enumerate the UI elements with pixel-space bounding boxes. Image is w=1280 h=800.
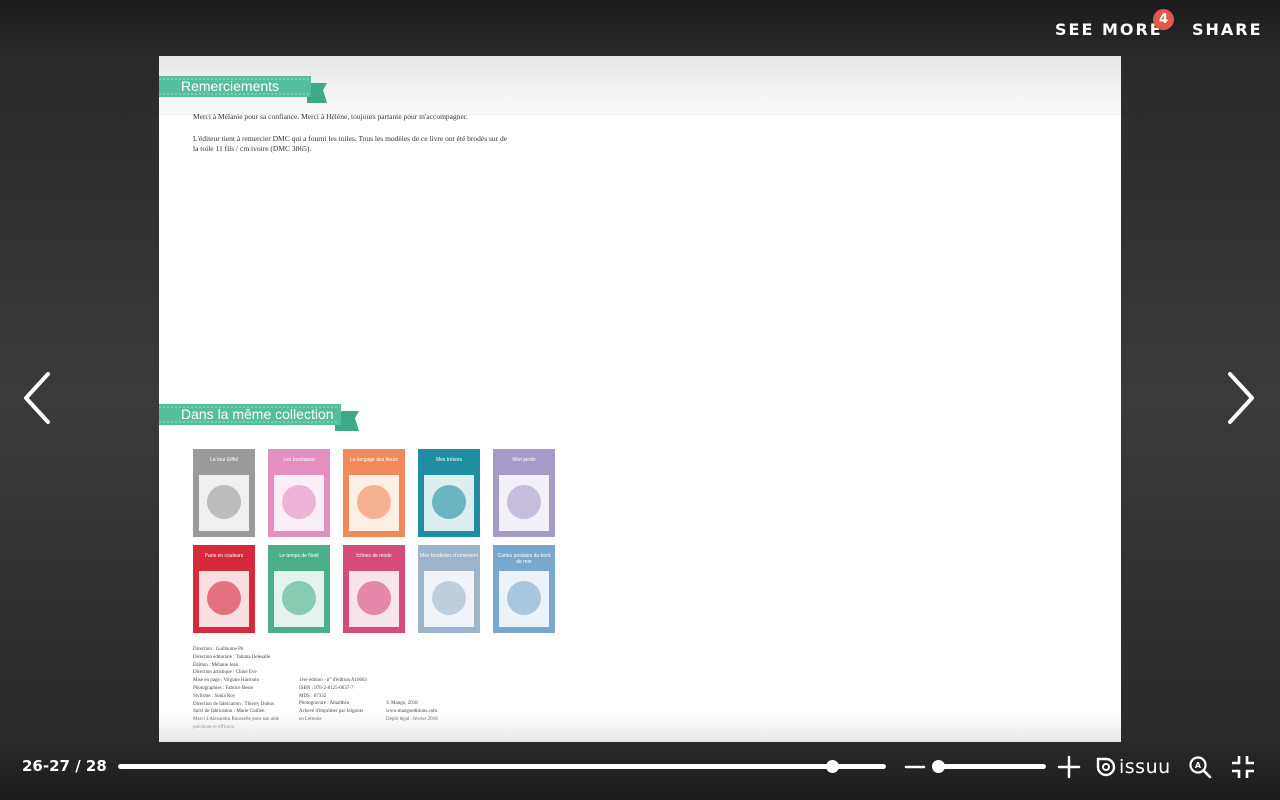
acknowledgement-paragraph-2: L'éditeur tient à remercier DMC qui a fo…	[193, 134, 508, 153]
book-cover: Mon jardin	[493, 449, 555, 537]
book-cover-title: Les boutiques	[283, 457, 315, 463]
book-cover: Mes broderies d'ornement	[418, 545, 480, 633]
zoom-out-button[interactable]	[904, 756, 926, 778]
book-cover-motif	[507, 485, 541, 519]
page-counter: 26-27 / 28	[22, 757, 107, 775]
issuu-wordmark: issuu	[1119, 756, 1171, 778]
previous-page-button[interactable]	[18, 368, 58, 428]
book-cover-motif	[432, 581, 466, 615]
book-cover: Le langage des fleurs	[343, 449, 405, 537]
acknowledgement-paragraph-1: Merci à Mélanie pour sa confiance. Merci…	[193, 112, 468, 121]
section-banner-remerciements: Remerciements	[159, 76, 331, 109]
zoom-slider-track[interactable]	[934, 764, 1046, 769]
issuu-logo[interactable]: issuu	[1096, 756, 1171, 778]
book-cover-title: Cartes postales du bord de mer	[497, 553, 551, 565]
chevron-right-icon	[1228, 372, 1254, 424]
page-bottom-shading	[159, 712, 1121, 742]
book-cover-motif	[207, 485, 241, 519]
book-cover: Le temps de Noël	[268, 545, 330, 633]
book-cover-title: Mes trésors	[435, 457, 463, 463]
svg-text:A: A	[1195, 761, 1202, 770]
book-cover-motif	[207, 581, 241, 615]
section-title-remerciements: Remerciements	[181, 78, 280, 94]
bottom-control-bar	[0, 742, 1280, 800]
chevron-left-icon	[24, 372, 50, 424]
book-cover: Mes trésors	[418, 449, 480, 537]
book-cover-title: Le temps de Noël	[279, 553, 319, 559]
book-cover-title: Icônes de mode	[356, 553, 392, 559]
plus-icon	[1057, 755, 1081, 779]
section-title-collection: Dans la même collection	[181, 406, 334, 422]
top-bar: SEE MORE 4 SHARE	[0, 0, 1280, 56]
book-cover-title: Paris en couleurs	[204, 553, 244, 559]
book-cover: La tour Eiffel	[193, 449, 255, 537]
book-cover-title: Mes broderies d'ornement	[420, 553, 478, 559]
book-cover: Les boutiques	[268, 449, 330, 537]
search-text-icon: A	[1189, 756, 1212, 779]
book-cover-motif	[282, 581, 316, 615]
search-button[interactable]: A	[1188, 755, 1212, 779]
book-cover-motif	[282, 485, 316, 519]
next-page-button[interactable]	[1220, 368, 1260, 428]
book-cover-title: Le langage des fleurs	[350, 457, 398, 463]
book-cover-motif	[357, 581, 391, 615]
see-more-button[interactable]: SEE MORE	[1055, 20, 1163, 39]
document-page[interactable]: Remerciements Merci à Mélanie pour sa co…	[159, 56, 1121, 742]
exit-fullscreen-icon	[1232, 756, 1254, 778]
share-button[interactable]: SHARE	[1192, 20, 1263, 39]
book-cover-title: Mon jardin	[512, 457, 536, 463]
book-cover-motif	[432, 485, 466, 519]
book-cover: Icônes de mode	[343, 545, 405, 633]
see-more-count-badge: 4	[1153, 9, 1174, 30]
exit-fullscreen-button[interactable]	[1230, 754, 1256, 780]
book-cover: Cartes postales du bord de mer	[493, 545, 555, 633]
minus-icon	[904, 765, 926, 769]
book-cover-motif	[507, 581, 541, 615]
issuu-mark-icon	[1096, 757, 1116, 777]
zoom-in-button[interactable]	[1057, 755, 1081, 779]
book-cover: Paris en couleurs	[193, 545, 255, 633]
book-cover-motif	[357, 485, 391, 519]
page-progress-slider-track[interactable]	[118, 764, 886, 769]
book-cover-title: La tour Eiffel	[210, 457, 238, 463]
section-banner-collection: Dans la même collection	[159, 404, 361, 437]
